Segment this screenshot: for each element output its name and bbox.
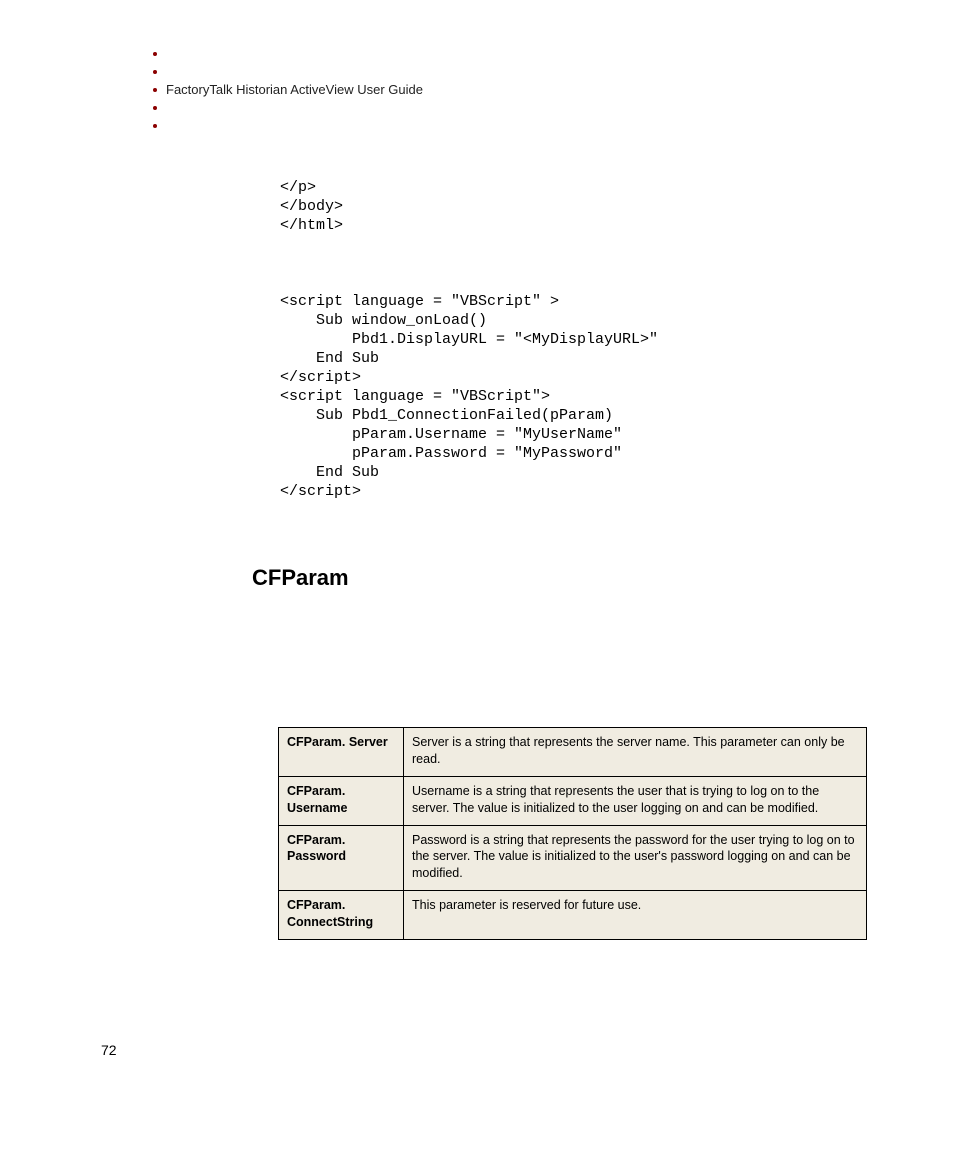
param-name: CFParam. Password (279, 825, 404, 891)
document-header: FactoryTalk Historian ActiveView User Gu… (166, 82, 423, 97)
parameters-table: CFParam. ServerServer is a string that r… (278, 727, 867, 940)
param-description: Username is a string that represents the… (404, 776, 867, 825)
dot-icon (153, 88, 157, 92)
section-heading: CFParam (252, 565, 349, 591)
table-row: CFParam. PasswordPassword is a string th… (279, 825, 867, 891)
param-description: Password is a string that represents the… (404, 825, 867, 891)
header-dots (153, 52, 157, 142)
dot-icon (153, 52, 157, 56)
param-description: Server is a string that represents the s… (404, 728, 867, 777)
param-name: CFParam. Server (279, 728, 404, 777)
dot-icon (153, 106, 157, 110)
dot-icon (153, 70, 157, 74)
table-row: CFParam. ServerServer is a string that r… (279, 728, 867, 777)
param-name: CFParam. ConnectString (279, 891, 404, 940)
param-description: This parameter is reserved for future us… (404, 891, 867, 940)
code-sample: </p> </body> </html> <script language = … (280, 178, 658, 501)
table-row: CFParam. UsernameUsername is a string th… (279, 776, 867, 825)
page-number: 72 (101, 1042, 117, 1058)
param-name: CFParam. Username (279, 776, 404, 825)
dot-icon (153, 124, 157, 128)
table-row: CFParam. ConnectStringThis parameter is … (279, 891, 867, 940)
